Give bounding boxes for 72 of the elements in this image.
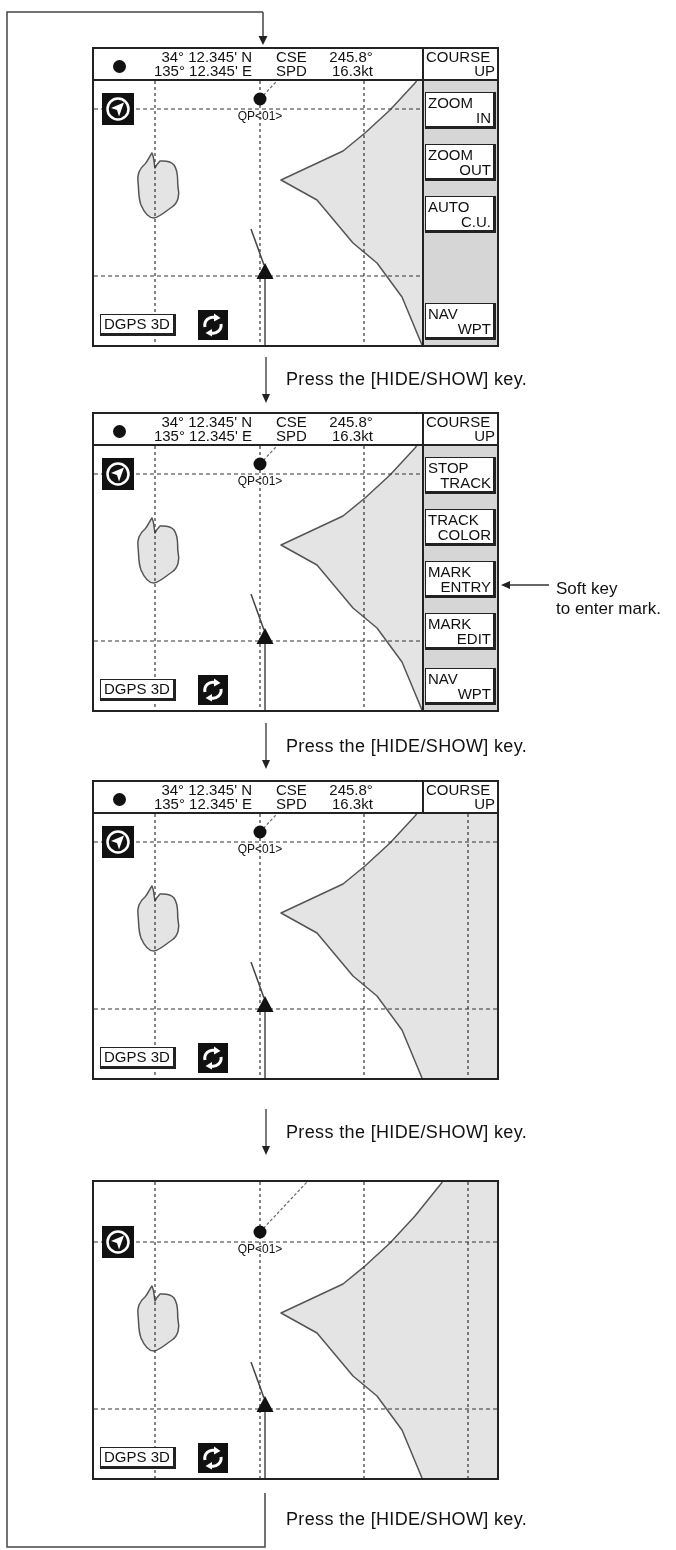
fix-status-label: DGPS 3D: [100, 679, 176, 701]
rotate-arrows-icon: [198, 1043, 228, 1073]
leader-arrow: [501, 579, 549, 591]
latitude-text: 34° 12.345' N: [161, 415, 252, 429]
flow-arrow: [258, 11, 268, 45]
flow-arrow: [261, 356, 271, 403]
soft-key[interactable]: NAV WPT: [425, 303, 496, 340]
soft-key[interactable]: AUTO C.U.: [425, 196, 496, 233]
waypoint-label: QP<01>: [237, 475, 283, 487]
course-label: CSE: [276, 50, 307, 64]
track-line: [264, 278, 266, 345]
orientation-mode-indicator: COURSE UP: [422, 782, 497, 812]
instruction-caption: Press the [HIDE/SHOW] key.: [286, 1121, 528, 1143]
track-line: [264, 1411, 266, 1478]
soft-key[interactable]: MARK EDIT: [425, 613, 496, 650]
fix-status-label: DGPS 3D: [100, 314, 176, 336]
soft-key[interactable]: ZOOM OUT: [425, 144, 496, 181]
fix-status-label: DGPS 3D: [100, 1447, 176, 1469]
ship-marker-icon: [256, 263, 274, 279]
speed-value: 16.3kt: [331, 429, 373, 443]
latitude-text: 34° 12.345' N: [161, 50, 252, 64]
instruction-caption: Press the [HIDE/SHOW] key.: [286, 1509, 528, 1530]
course-label: CSE: [276, 783, 307, 797]
speed-label: SPD: [276, 797, 307, 811]
track-line: [264, 643, 266, 710]
waypoint-label: QP<01>: [237, 843, 283, 855]
waypoint-dot-icon: [253, 825, 267, 839]
soft-key[interactable]: MARK ENTRY: [425, 561, 496, 598]
course-value: 245.8°: [329, 50, 373, 64]
speed-label: SPD: [276, 429, 307, 443]
ship-marker-icon: [256, 1396, 274, 1412]
orientation-mode-indicator: COURSE UP: [422, 49, 497, 79]
soft-key[interactable]: NAV WPT: [425, 668, 496, 705]
soft-key[interactable]: TRACK COLOR: [425, 509, 496, 546]
flow-arrow: [261, 723, 271, 769]
course-value: 245.8°: [329, 415, 373, 429]
instruction-caption: Press the [HIDE/SHOW] key.: [286, 369, 528, 390]
rotate-arrows-icon: [198, 1443, 228, 1473]
ship-marker-icon: [256, 628, 274, 644]
waypoint-dot-icon: [253, 457, 267, 471]
latitude-text: 34° 12.345' N: [161, 783, 252, 797]
course-label: CSE: [276, 415, 307, 429]
orientation-mode-indicator: COURSE UP: [422, 414, 497, 444]
longitude-text: 135° 12.345' E: [153, 797, 252, 811]
rotate-arrows-icon: [198, 310, 228, 340]
heading-line: [250, 1361, 265, 1399]
annotation-text: Soft key to enter mark.: [556, 579, 661, 619]
track-line: [264, 1011, 266, 1078]
heading-line: [250, 228, 265, 266]
island: [137, 1285, 180, 1352]
speed-value: 16.3kt: [331, 797, 373, 811]
longitude-text: 135° 12.345' E: [153, 64, 252, 78]
island: [137, 152, 180, 219]
waypoint-label: QP<01>: [237, 1243, 283, 1255]
ship-marker-icon: [256, 996, 274, 1012]
waypoint-dot-icon: [253, 92, 267, 106]
heading-line: [250, 961, 265, 999]
instruction-caption: Press the [HIDE/SHOW] key.: [286, 735, 528, 757]
waypoint-dot-icon: [253, 1225, 267, 1239]
fix-status-label: DGPS 3D: [100, 1047, 176, 1069]
soft-key[interactable]: STOP TRACK: [425, 457, 496, 494]
longitude-text: 135° 12.345' E: [153, 429, 252, 443]
speed-label: SPD: [276, 64, 307, 78]
flow-arrow: [261, 1109, 271, 1155]
heading-line: [250, 593, 265, 631]
soft-key[interactable]: ZOOM IN: [425, 92, 496, 129]
course-value: 245.8°: [329, 783, 373, 797]
island: [137, 885, 180, 952]
island: [137, 517, 180, 584]
rotate-arrows-icon: [198, 675, 228, 705]
waypoint-label: QP<01>: [237, 110, 283, 122]
speed-value: 16.3kt: [331, 64, 373, 78]
